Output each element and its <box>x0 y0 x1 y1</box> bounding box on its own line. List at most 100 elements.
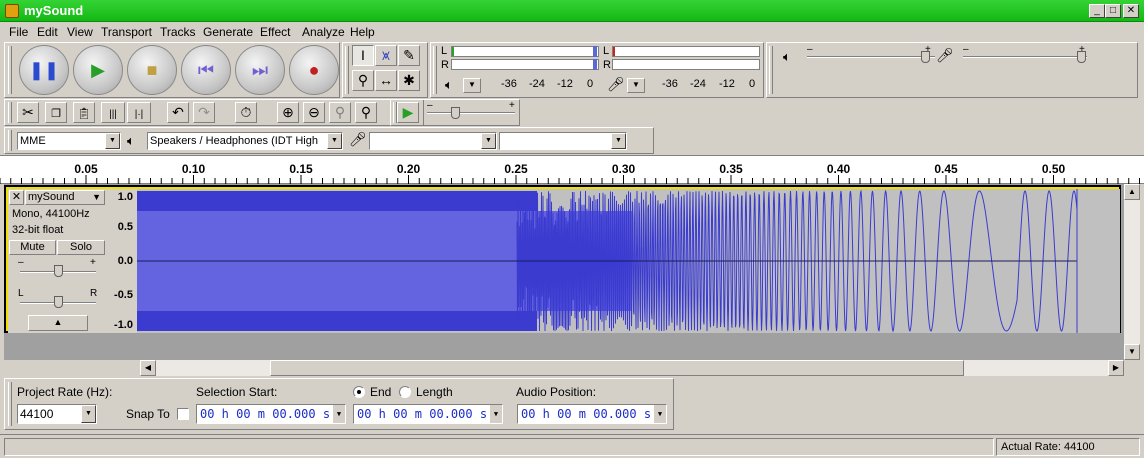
vertical-scrollbar[interactable]: ▲ ▼ <box>1124 184 1140 360</box>
menu-transport[interactable]: Transport <box>101 25 152 39</box>
play-icon: ▶ <box>402 104 414 120</box>
menu-analyze[interactable]: Analyze <box>302 25 345 39</box>
play-at-speed-button[interactable]: ▶ <box>397 102 419 123</box>
pan-thumb[interactable] <box>54 296 63 308</box>
end-radio[interactable] <box>353 386 365 398</box>
audio-host-value: MME <box>20 135 46 147</box>
toolbar-grip[interactable] <box>769 46 773 94</box>
output-volume-thumb[interactable] <box>921 51 930 63</box>
pause-button[interactable]: ❚❚ <box>19 45 69 95</box>
play-button[interactable]: ▶ <box>73 45 123 95</box>
scroll-right-button[interactable]: ▶ <box>1108 360 1124 376</box>
input-volume-slider[interactable] <box>963 56 1087 58</box>
menu-help[interactable]: Help <box>350 25 375 39</box>
gain-plus-label: + <box>90 257 96 268</box>
skip-start-button[interactable]: ⏮ <box>181 45 231 95</box>
menu-generate[interactable]: Generate <box>203 25 253 39</box>
ruler-label: 0.20 <box>396 162 421 176</box>
toolbar-grip[interactable] <box>8 130 12 151</box>
waveform-display[interactable] <box>137 189 1120 333</box>
solo-button[interactable]: Solo <box>57 240 105 255</box>
horizontal-scrollbar[interactable]: ◀ ▶ <box>140 360 1124 376</box>
play-at-speed-toolbar: ▶ – + <box>390 99 520 126</box>
meter-toolbar: L R 🔈︎ ▼ -36 -24 -12 0 L R 🎤︎ ▼ -36 -24 … <box>430 42 764 98</box>
playback-scale-24: -24 <box>529 78 545 90</box>
cut-button[interactable]: ✂ <box>17 102 39 123</box>
toolbar-grip[interactable] <box>8 382 12 426</box>
snap-to-checkbox[interactable] <box>177 408 189 420</box>
silence-button[interactable]: |·| <box>127 102 151 123</box>
horizontal-scroll-thumb[interactable] <box>270 360 964 376</box>
playback-meter-right[interactable] <box>451 59 599 70</box>
playback-meter-left[interactable] <box>451 46 599 57</box>
copy-button[interactable]: ❐ <box>45 102 67 123</box>
paste-button[interactable]: 📋︎ <box>73 102 95 123</box>
input-volume-thumb[interactable] <box>1077 51 1086 63</box>
toolbar-grip[interactable] <box>433 46 437 94</box>
double-arrow-icon: ↔ <box>379 72 393 88</box>
trim-icon: ||| <box>109 109 117 120</box>
timeshift-tool-button[interactable]: ↔ <box>375 70 397 91</box>
trim-button[interactable]: ||| <box>101 102 125 123</box>
fit-project-button[interactable]: ⚲ <box>355 102 377 123</box>
multi-tool-button[interactable]: ✱ <box>398 70 420 91</box>
scroll-down-button[interactable]: ▼ <box>1124 344 1140 360</box>
timeline-ruler[interactable]: 0.05 0.10 0.15 0.20 0.25 0.30 0.35 0.40 0.45 0.50 <box>0 155 1144 184</box>
toolbar-grip[interactable] <box>345 46 349 94</box>
input-device-select[interactable]: ▼ <box>369 132 497 150</box>
audio-host-select[interactable]: MME ▼ <box>17 132 121 150</box>
undo-button[interactable]: ↶ <box>167 102 189 123</box>
selection-start-time[interactable]: 00 h 00 m 00.000 s ▼ <box>196 404 346 424</box>
sync-lock-button[interactable]: ⏱ <box>235 102 257 123</box>
menu-edit[interactable]: Edit <box>37 25 58 39</box>
zoom-in-button[interactable]: ⊕ <box>277 102 299 123</box>
minimize-button[interactable]: _ <box>1089 4 1105 18</box>
menu-effect[interactable]: Effect <box>260 25 290 39</box>
stop-button[interactable]: ■ <box>127 45 177 95</box>
playback-meter-menu-button[interactable]: ▼ <box>463 78 481 93</box>
track-close-button[interactable]: ✕ <box>9 190 24 205</box>
output-device-select[interactable]: Speakers / Headphones (IDT High ▼ <box>147 132 343 150</box>
ruler-label: 0.25 <box>504 162 528 176</box>
app-icon <box>5 4 19 18</box>
maximize-button[interactable]: □ <box>1105 4 1121 18</box>
ruler-label: 0.15 <box>289 162 313 176</box>
zoom-out-button[interactable]: ⊖ <box>303 102 325 123</box>
menu-file[interactable]: File <box>9 25 28 39</box>
toolbar-grip[interactable] <box>8 102 12 123</box>
record-meter-menu-button[interactable]: ▼ <box>627 78 645 93</box>
zoom-tool-button[interactable]: ⚲ <box>352 70 374 91</box>
toolbar-grip[interactable] <box>8 46 12 94</box>
mixer-toolbar: 🔈︎ – + 🎤︎ – + <box>766 42 1138 98</box>
speed-thumb[interactable] <box>451 107 460 119</box>
selection-tool-button[interactable]: I <box>352 45 374 66</box>
project-rate-select[interactable]: 44100 ▼ <box>17 404 97 424</box>
record-meter-right[interactable] <box>612 59 760 70</box>
audio-position-time[interactable]: 00 h 00 m 00.000 s ▼ <box>517 404 667 424</box>
record-meter-left[interactable] <box>612 46 760 57</box>
vertical-ruler: 1.0 0.5 0.0 -0.5 -1.0 <box>107 189 137 333</box>
chevron-down-icon: ▼ <box>654 405 666 423</box>
close-button[interactable]: ✕ <box>1123 4 1139 18</box>
envelope-tool-button[interactable]: ⩙ <box>375 45 397 66</box>
collapse-track-button[interactable]: ▲ <box>28 315 88 331</box>
scroll-up-button[interactable]: ▲ <box>1124 184 1140 200</box>
track-menu-button[interactable]: mySound ▼ <box>25 190 105 205</box>
output-volume-slider[interactable] <box>807 56 935 58</box>
record-button[interactable]: ● <box>289 45 339 95</box>
menu-tracks[interactable]: Tracks <box>160 25 196 39</box>
input-channels-select[interactable]: ▼ <box>499 132 627 150</box>
gain-thumb[interactable] <box>54 265 63 277</box>
scroll-left-button[interactable]: ◀ <box>140 360 156 376</box>
draw-tool-button[interactable]: ✎ <box>398 45 420 66</box>
length-radio[interactable] <box>399 386 411 398</box>
speed-slider[interactable] <box>427 112 515 114</box>
waveform <box>137 189 1078 333</box>
redo-button[interactable]: ↷ <box>193 102 215 123</box>
mute-button[interactable]: Mute <box>9 240 56 255</box>
fit-selection-button[interactable]: ⚲ <box>329 102 351 123</box>
menu-view[interactable]: View <box>67 25 93 39</box>
end-label: End <box>370 385 392 399</box>
skip-end-button[interactable]: ⏭ <box>235 45 285 95</box>
selection-end-time[interactable]: 00 h 00 m 00.000 s ▼ <box>353 404 503 424</box>
